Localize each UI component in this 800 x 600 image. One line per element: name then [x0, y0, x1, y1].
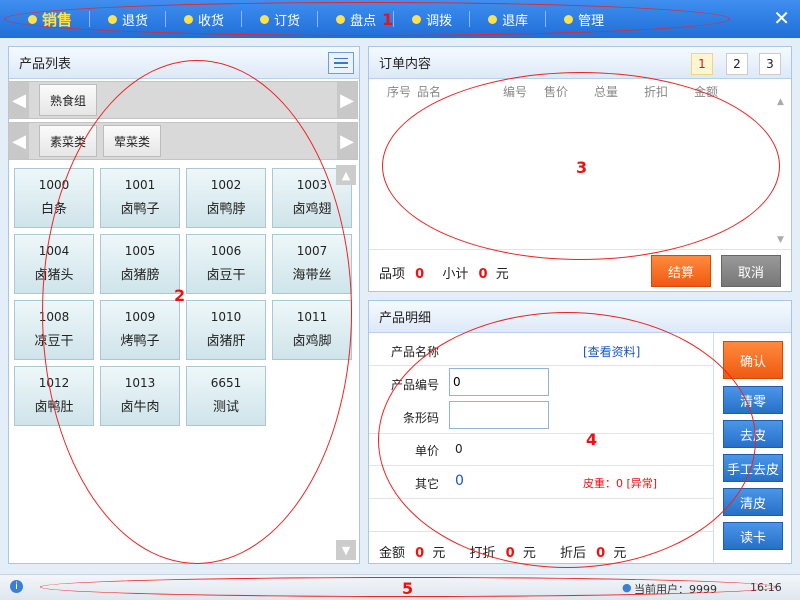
annotation-number: 2 [174, 286, 186, 305]
panel-title: 订单内容 [379, 57, 432, 72]
amount-value: 0 [415, 546, 425, 561]
page-2-button[interactable]: 2 [726, 53, 748, 75]
list-view-icon[interactable] [328, 52, 354, 74]
confirm-button[interactable]: 确认 [723, 341, 783, 379]
scroll-down-icon[interactable]: ▼ [336, 540, 356, 560]
annotation-ellipse [42, 60, 352, 564]
chevron-right-icon[interactable]: ▶ [337, 123, 357, 159]
amount-label: 金额 [379, 546, 406, 561]
checkout-button[interactable]: 结算 [651, 255, 711, 287]
panel-title: 产品列表 [19, 57, 72, 72]
currency-label: 元 [495, 267, 509, 282]
info-icon: i [10, 580, 23, 593]
annotation-ellipse [378, 312, 756, 568]
items-value: 0 [415, 267, 425, 282]
annotation-number: 1 [382, 10, 394, 29]
annotation-ellipse [4, 2, 730, 36]
cancel-button[interactable]: 取消 [721, 255, 781, 287]
column-header: 品名 [417, 85, 442, 99]
chevron-left-icon[interactable]: ◀ [9, 82, 29, 118]
scroll-up-icon[interactable]: ▲ [777, 97, 784, 107]
subtotal-value: 0 [478, 267, 488, 282]
category-button[interactable]: 熟食组 [39, 84, 98, 116]
column-header: 序号 [387, 85, 412, 99]
order-summary: 品项 0 小计 0 元 [379, 263, 509, 282]
scroll-up-icon[interactable]: ▲ [336, 165, 356, 185]
read-card-button[interactable]: 读卡 [723, 522, 783, 550]
annotation-number: 5 [402, 579, 414, 598]
annotation-number: 4 [586, 430, 598, 449]
scroll-down-icon[interactable]: ▼ [777, 235, 784, 245]
currency-label: 元 [432, 546, 446, 561]
items-label: 品项 [379, 267, 406, 282]
annotation-number: 3 [576, 158, 588, 177]
page-1-button[interactable]: 1 [691, 53, 713, 75]
subtotal-label: 小计 [442, 267, 469, 282]
close-button[interactable]: ✕ [773, 6, 790, 30]
chevron-left-icon[interactable]: ◀ [9, 123, 29, 159]
chevron-right-icon[interactable]: ▶ [337, 82, 357, 118]
panel-title: 产品明细 [379, 311, 432, 326]
page-3-button[interactable]: 3 [759, 53, 781, 75]
